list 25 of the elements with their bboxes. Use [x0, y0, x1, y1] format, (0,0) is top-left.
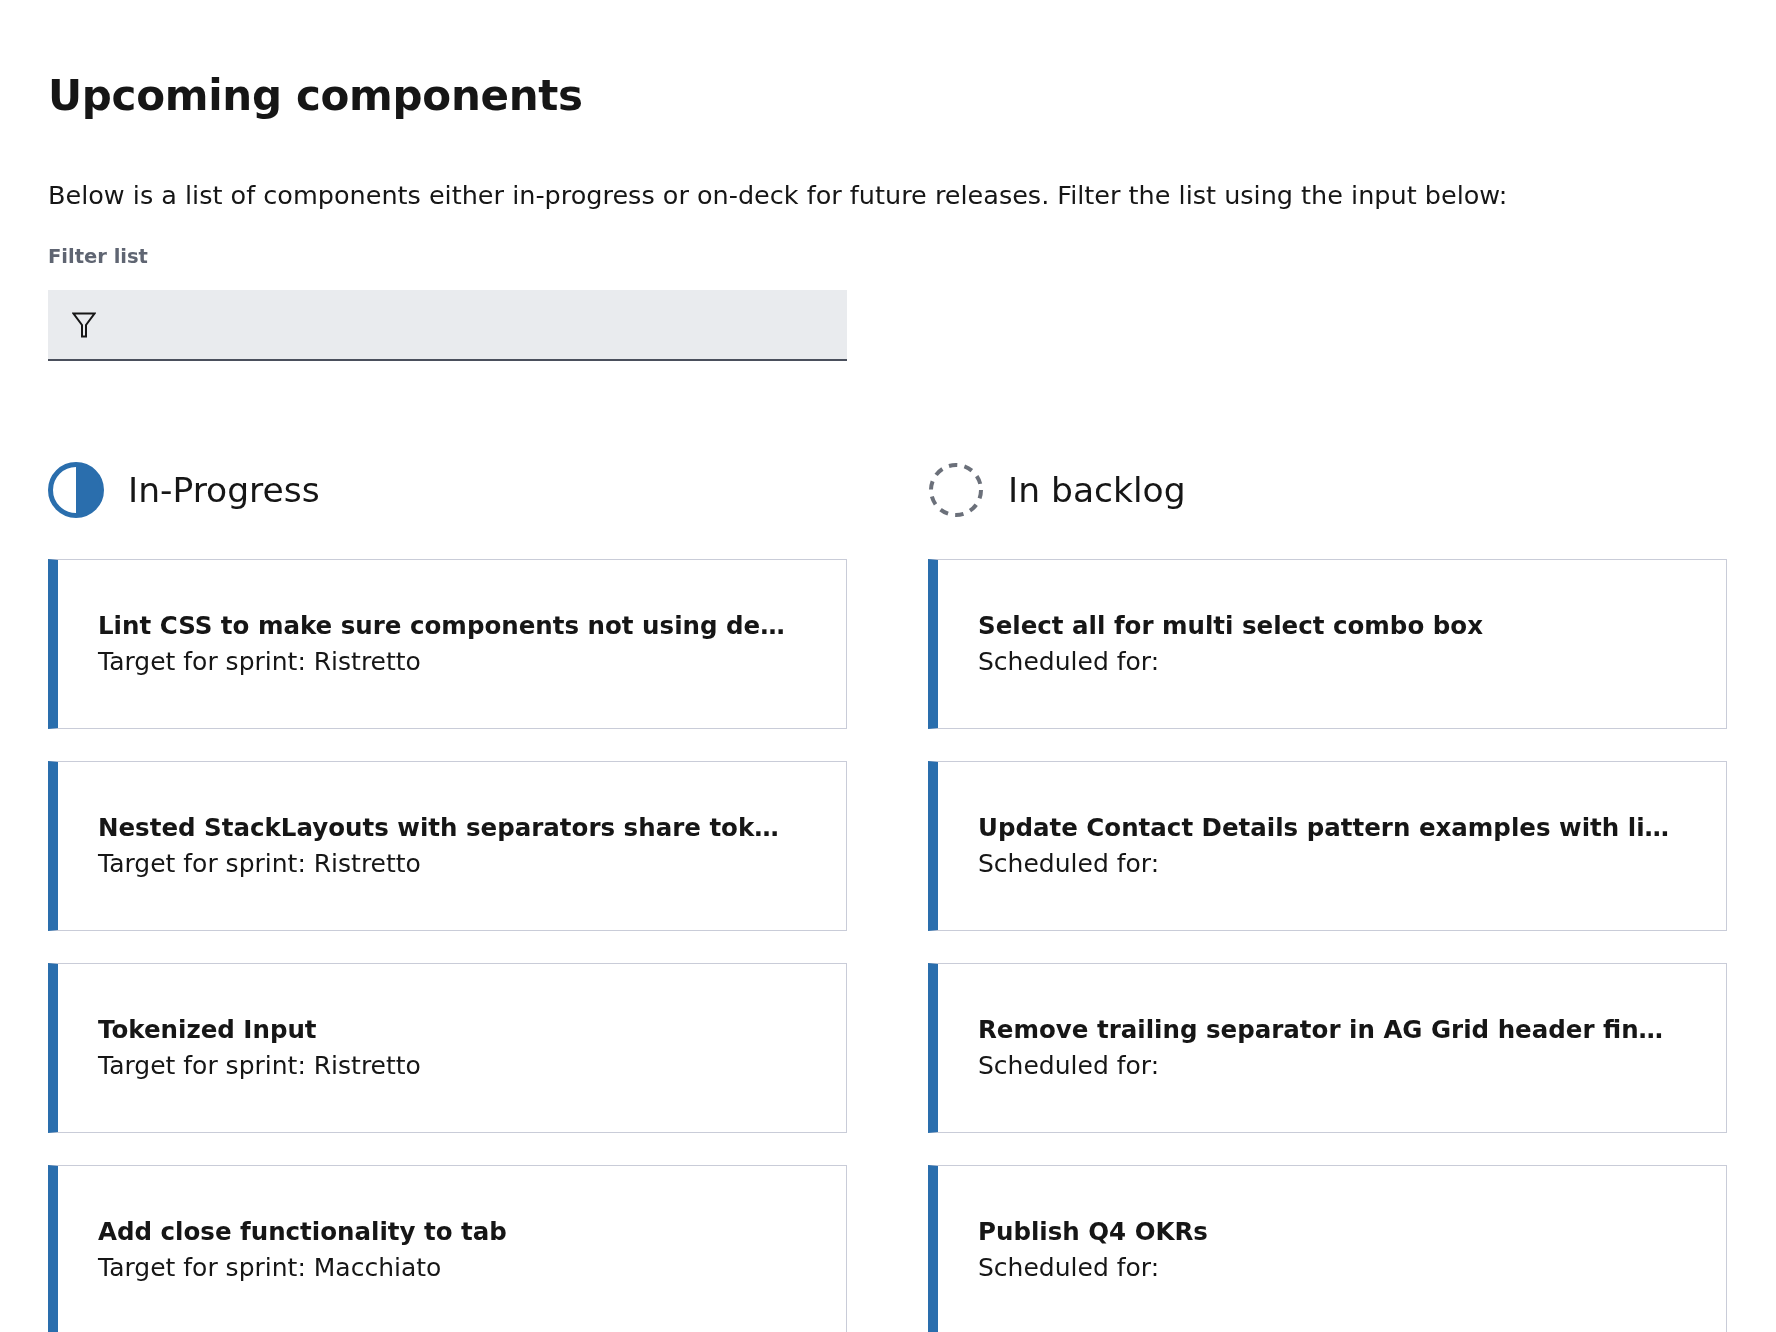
- section-heading: In-Progress: [128, 469, 320, 512]
- card-subtitle: Target for sprint: Ristretto: [98, 1050, 421, 1082]
- section-heading: In backlog: [1008, 469, 1186, 512]
- card-title: Add close functionality to tab: [98, 1216, 507, 1248]
- card-subtitle: Target for sprint: Ristretto: [98, 848, 421, 880]
- card-subtitle: Scheduled for:: [978, 1050, 1160, 1082]
- card-subtitle: Target for sprint: Macchiato: [98, 1252, 442, 1284]
- filter-icon: [72, 311, 96, 338]
- card-subtitle: Scheduled for:: [978, 848, 1160, 880]
- card-title: Lint CSS to make sure components not using de…: [98, 610, 785, 642]
- card-subtitle: Scheduled for:: [978, 1252, 1160, 1284]
- page-title: Upcoming components: [48, 70, 584, 122]
- card-title: Update Contact Details pattern examples with li…: [978, 812, 1670, 844]
- card-title: Select all for multi select combo box: [978, 610, 1483, 642]
- filter-label: Filter list: [48, 244, 148, 270]
- half-filled-circle-icon: [48, 462, 104, 518]
- card-title: Remove trailing separator in AG Grid header fin…: [978, 1014, 1664, 1046]
- card-subtitle: Scheduled for:: [978, 646, 1160, 678]
- card-subtitle: Target for sprint: Ristretto: [98, 646, 421, 678]
- card-title: Nested StackLayouts with separators share tok…: [98, 812, 779, 844]
- filter-input-field[interactable]: [48, 290, 847, 361]
- dashed-circle-icon: [928, 462, 984, 518]
- card-title: Tokenized Input: [98, 1014, 317, 1046]
- page-description: Below is a list of components either in-progress or on-deck for future releases. Filter the list using the input below:: [48, 179, 1509, 211]
- card-title: Publish Q4 OKRs: [978, 1216, 1208, 1248]
